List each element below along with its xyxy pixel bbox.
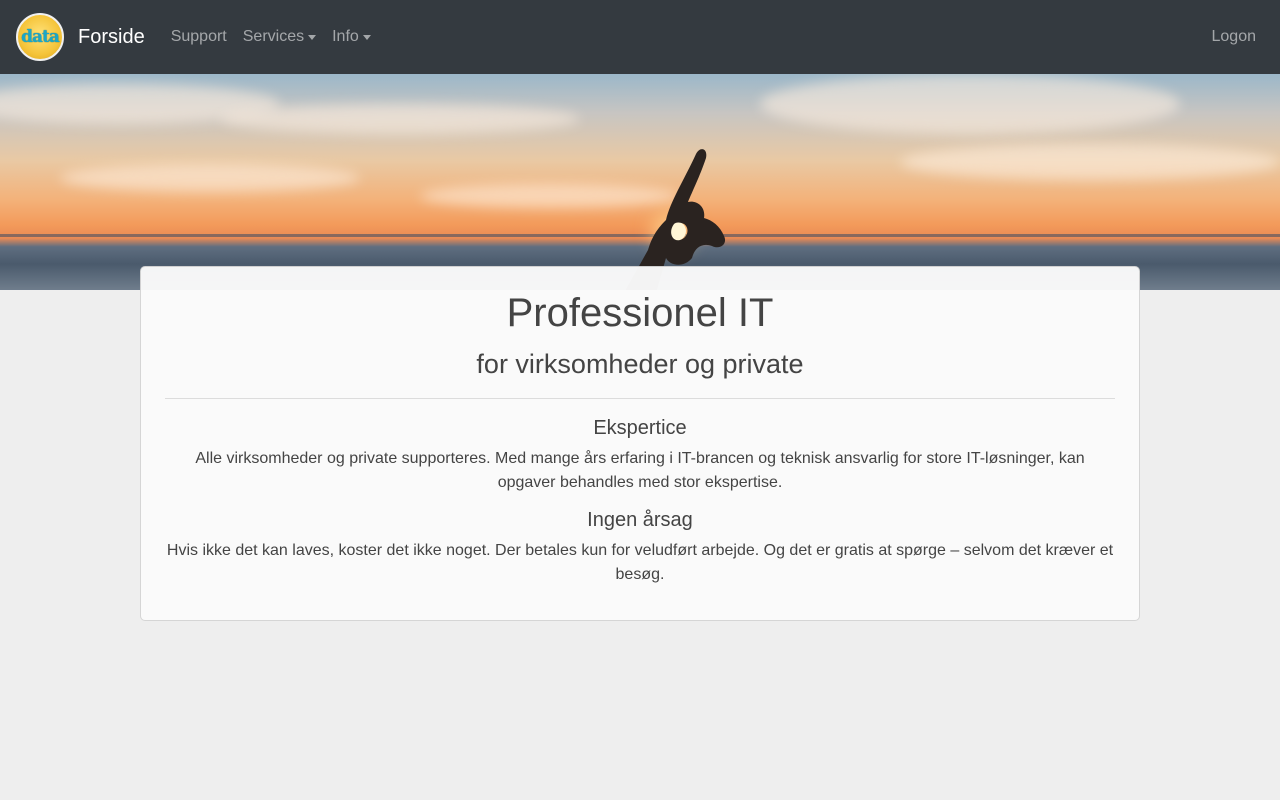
section-ingen-aarsag: Ingen årsag Hvis ikke det kan laves, kos… xyxy=(165,507,1115,587)
caret-down-icon xyxy=(308,34,317,40)
logon-link-label: Logon xyxy=(1211,28,1257,45)
section-ekspertice: Ekspertice Alle virksomheder og private … xyxy=(165,415,1115,495)
divider xyxy=(165,398,1115,399)
nav-dropdown-info-label: Info xyxy=(332,28,359,45)
caret-down-icon xyxy=(362,34,371,40)
hero-cloud xyxy=(760,74,1180,134)
hero-cloud xyxy=(60,164,360,192)
section-text: Hvis ikke det kan laves, koster det ikke… xyxy=(166,542,1114,583)
nav-dropdown-services[interactable]: Services xyxy=(235,28,324,46)
section-text: Alle virksomheder og private supporteres… xyxy=(195,450,1085,491)
intro-card: Professionel IT for virksomheder og priv… xyxy=(140,266,1140,621)
site-logo[interactable]: data xyxy=(16,13,64,61)
nav-dropdown-services-label: Services xyxy=(242,28,305,45)
hero-cloud xyxy=(900,144,1280,180)
section-heading: Ingen årsag xyxy=(587,509,693,531)
nav-link-support[interactable]: Support xyxy=(163,28,235,46)
logon-link[interactable]: Logon xyxy=(1204,28,1265,46)
nav-link-support-label: Support xyxy=(170,28,227,45)
brand-link-forside[interactable]: Forside xyxy=(78,26,145,49)
top-navbar: data Forside Support Services Info Logon xyxy=(0,0,1280,74)
logo-text: data xyxy=(21,27,60,47)
hero-cloud xyxy=(220,104,580,134)
section-heading: Ekspertice xyxy=(593,417,687,439)
page-title: Professionel IT xyxy=(506,291,774,335)
nav-dropdown-info[interactable]: Info xyxy=(324,28,379,46)
page-subtitle: for virksomheder og private xyxy=(476,349,804,379)
hero-banner-image xyxy=(0,74,1280,290)
